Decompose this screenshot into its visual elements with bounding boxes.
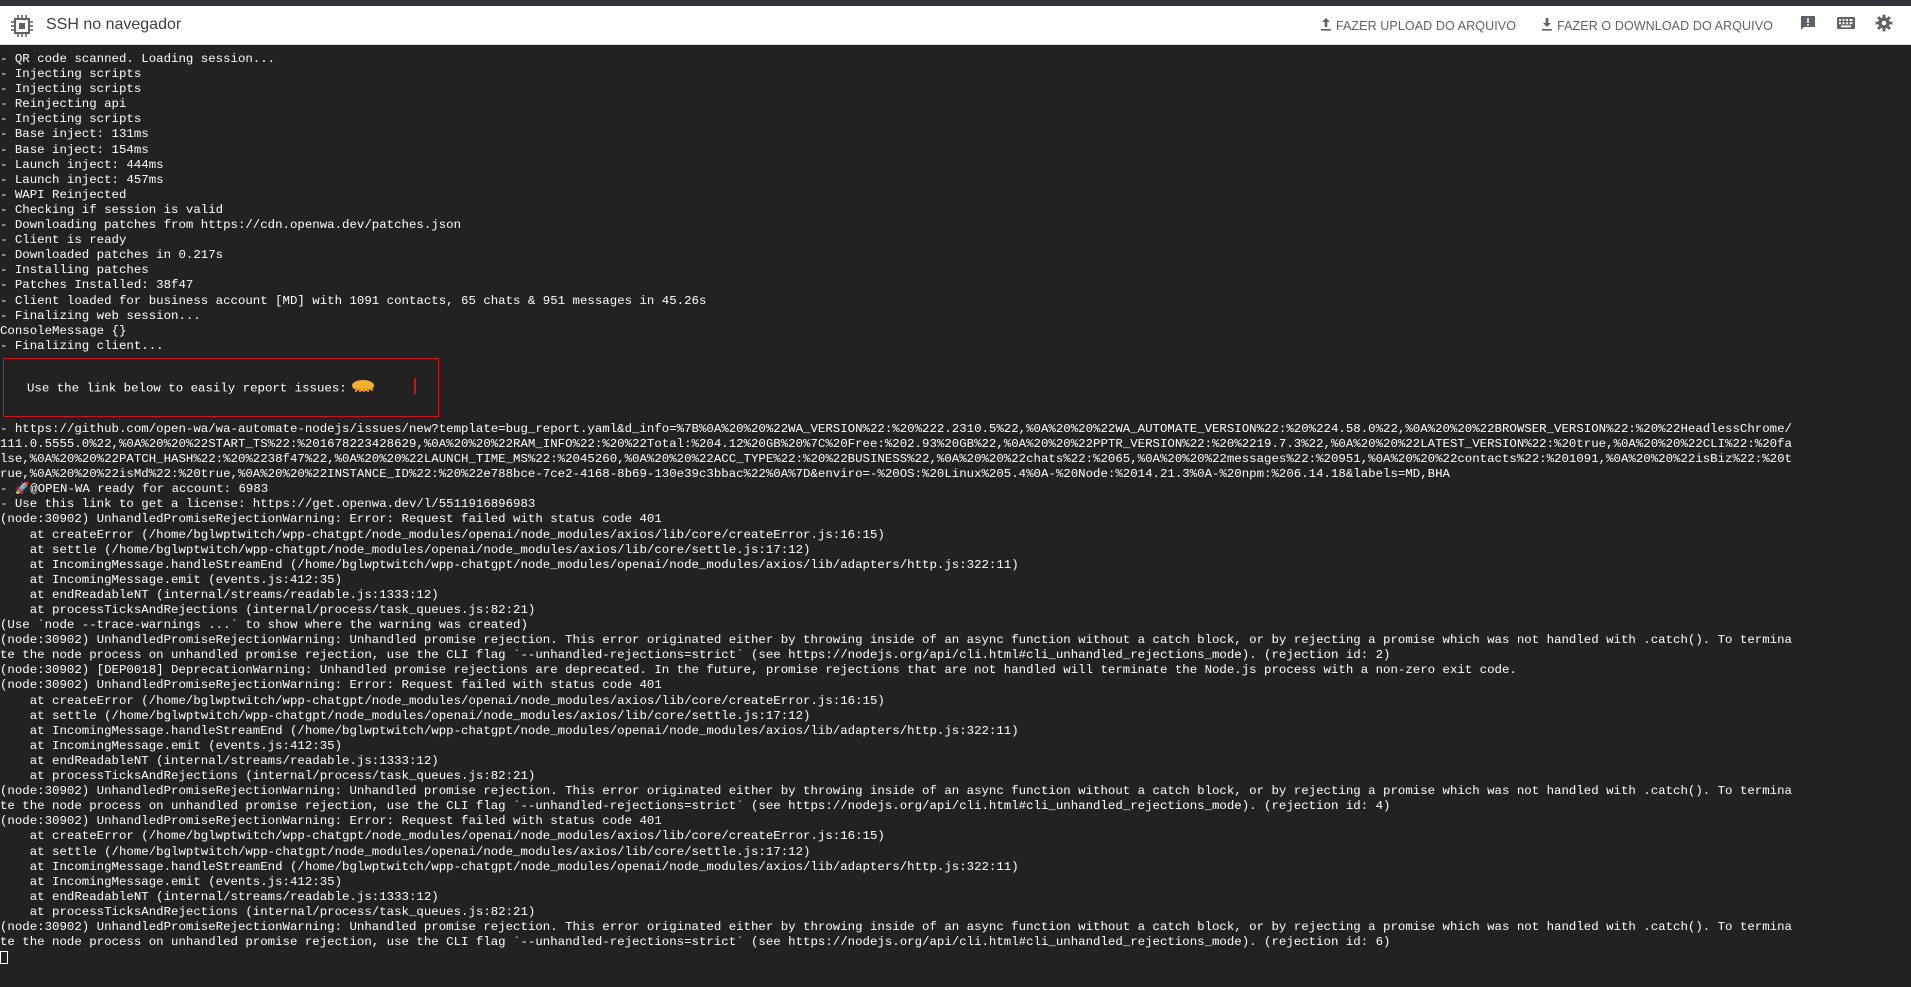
terminal-line: - WAPI Reinjected [0, 187, 127, 202]
report-issues-bar [414, 377, 416, 394]
terminal-line: rue,%0A%20%20%22isMd%22:%20true,%0A%20%2… [0, 467, 1450, 482]
terminal-line: te the node process on unhandled promise… [0, 648, 1391, 663]
download-file-button[interactable]: FAZER O DOWNLOAD DO ARQUIVO [1540, 17, 1773, 34]
terminal-line: - Client loaded for business account [MD… [0, 293, 707, 308]
terminal-line: (node:30902) [DEP0018] DeprecationWarnin… [0, 663, 1517, 678]
terminal-line: te the node process on unhandled promise… [0, 799, 1391, 814]
terminal-line: - Installing patches [0, 263, 149, 278]
terminal-line: - Use this link to get a license: https:… [0, 497, 536, 512]
terminal-line: (node:30902) UnhandledPromiseRejectionWa… [0, 784, 1792, 799]
terminal-line: - Checking if session is valid [0, 202, 224, 217]
terminal-line: - Launch inject: 457ms [0, 172, 164, 187]
terminal-line: at IncomingMessage.emit (events.js:412:3… [0, 572, 343, 587]
terminal-line: - Base inject: 154ms [0, 142, 149, 157]
terminal-line: - Downloaded patches in 0.217s [0, 248, 224, 263]
app-header: SSH no navegador FAZER UPLOAD DO ARQUIVO… [0, 6, 1911, 45]
terminal-line: - Downloading patches from https://cdn.o… [0, 218, 462, 233]
terminal-line: - Reinjecting api [0, 97, 127, 112]
terminal-line: - Client is ready [0, 233, 127, 248]
terminal-line: at createError (/home/bglwptwitch/wpp-ch… [0, 693, 885, 708]
terminal-line: (node:30902) UnhandledPromiseRejectionWa… [0, 814, 662, 829]
terminal-line: at settle (/home/bglwptwitch/wpp-chatgpt… [0, 844, 811, 859]
terminal-line: at IncomingMessage.emit (events.js:412:3… [0, 738, 343, 753]
terminal-line: at settle (/home/bglwptwitch/wpp-chatgpt… [0, 708, 811, 723]
terminal-line: - Base inject: 131ms [0, 127, 149, 142]
terminal-line: - Injecting scripts [0, 112, 142, 127]
terminal-lines-bottom: - https://github.com/open-wa/wa-automate… [0, 422, 1911, 950]
terminal-line: - Finalizing web session... [0, 308, 201, 323]
settings-button[interactable] [1873, 14, 1895, 37]
terminal-line: - 🚀@OPEN-WA ready for account: 6983 [0, 482, 269, 497]
terminal-line: - https://github.com/open-wa/wa-automate… [0, 421, 1792, 436]
terminal-line: at endReadableNT (internal/streams/reada… [0, 889, 439, 904]
report-issues-text: Use the link below to easily report issu… [27, 379, 377, 397]
terminal-line: (node:30902) UnhandledPromiseRejectionWa… [0, 919, 1792, 934]
download-icon [1540, 17, 1557, 34]
download-file-label: FAZER O DOWNLOAD DO ARQUIVO [1557, 18, 1773, 33]
terminal-line: at createError (/home/bglwptwitch/wpp-ch… [0, 829, 885, 844]
keyboard-button[interactable] [1835, 15, 1857, 37]
terminal-line: at processTicksAndRejections (internal/p… [0, 769, 536, 784]
terminal-line: at IncomingMessage.emit (events.js:412:3… [0, 874, 343, 889]
terminal-line: - Launch inject: 444ms [0, 157, 164, 172]
feedback-icon [1799, 14, 1817, 37]
terminal-line: (node:30902) UnhandledPromiseRejectionWa… [0, 512, 662, 527]
report-issues-label: Use the link below to easily report issu… [27, 381, 347, 396]
upload-file-label: FAZER UPLOAD DO ARQUIVO [1335, 18, 1517, 33]
settings-icon [1875, 14, 1893, 37]
app-title: SSH no navegador [46, 16, 182, 33]
report-issues-box-wrap: Use the link below to easily report issu… [0, 357, 1911, 419]
feedback-button[interactable] [1797, 15, 1819, 37]
upload-icon [1319, 17, 1336, 34]
keyboard-icon [1836, 15, 1856, 36]
bug-emoji-icon [349, 379, 377, 397]
terminal-line: (Use `node --trace-warnings ...` to show… [0, 618, 528, 633]
terminal-line: at settle (/home/bglwptwitch/wpp-chatgpt… [0, 542, 811, 557]
terminal-line: at createError (/home/bglwptwitch/wpp-ch… [0, 527, 885, 542]
terminal-line: 111.0.5555.0%22,%0A%20%20%22START_TS%22:… [0, 436, 1792, 451]
upload-file-button[interactable]: FAZER UPLOAD DO ARQUIVO [1319, 17, 1516, 34]
terminal-line: - Finalizing client... [0, 338, 164, 353]
terminal-line: at processTicksAndRejections (internal/p… [0, 603, 536, 617]
terminal-line: - Patches Installed: 38f47 [0, 278, 194, 293]
terminal-line: at IncomingMessage.handleStreamEnd (/hom… [0, 557, 1019, 572]
terminal-lines-top: - QR code scanned. Loading session... - I… [0, 52, 1911, 354]
terminal-output[interactable]: - QR code scanned. Loading session... - I… [0, 52, 1911, 987]
terminal-line: - Injecting scripts [0, 67, 142, 82]
header-actions: FAZER UPLOAD DO ARQUIVO FAZER O DOWNLOAD… [1319, 6, 1911, 45]
terminal-line: te the node process on unhandled promise… [0, 935, 1391, 950]
chip-logo-icon [10, 14, 34, 38]
terminal-line: lse,%0A%20%20%22PATCH_HASH%22:%20%2238f4… [0, 452, 1792, 467]
terminal-line: (node:30902) UnhandledPromiseRejectionWa… [0, 633, 1792, 648]
terminal-line: - Injecting scripts [0, 82, 142, 97]
terminal-line: at IncomingMessage.handleStreamEnd (/hom… [0, 859, 1019, 874]
terminal-line: at endReadableNT (internal/streams/reada… [0, 587, 439, 602]
terminal-line: - QR code scanned. Loading session... [0, 52, 276, 66]
terminal-line: at processTicksAndRejections (internal/p… [0, 904, 536, 919]
terminal-line: (node:30902) UnhandledPromiseRejectionWa… [0, 678, 662, 693]
terminal-line: at endReadableNT (internal/streams/reada… [0, 753, 439, 768]
terminal-line: at IncomingMessage.handleStreamEnd (/hom… [0, 723, 1019, 738]
terminal-line: ConsoleMessage {} [0, 323, 127, 338]
terminal-cursor [0, 951, 8, 965]
